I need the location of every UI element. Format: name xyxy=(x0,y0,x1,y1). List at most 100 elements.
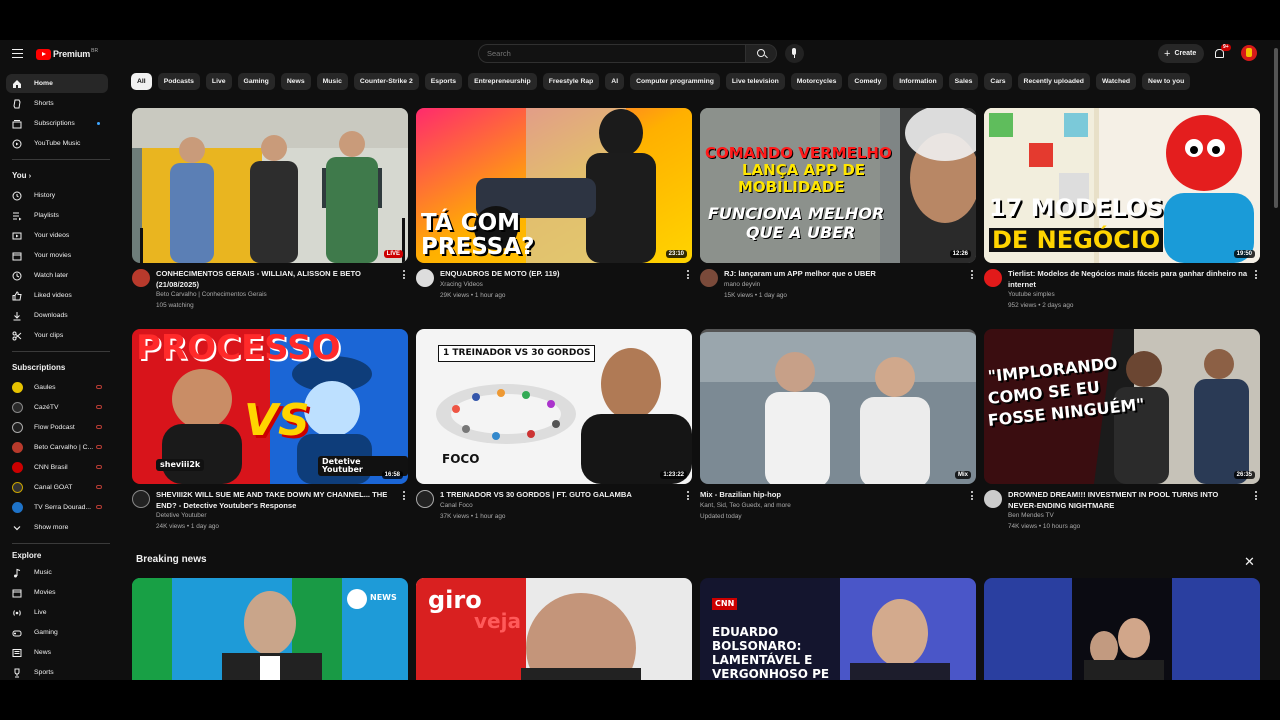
video-title[interactable]: SHEVIII2K WILL SUE ME AND TAKE DOWN MY C… xyxy=(156,490,396,511)
video-title[interactable]: DROWNED DREAM!!! INVESTMENT IN POOL TURN… xyxy=(1008,490,1248,511)
video-card[interactable]: LIVE CONHECIMENTOS GERAIS - WILLIAN, ALI… xyxy=(132,108,408,325)
breaking-news-card[interactable]: giro veja xyxy=(416,578,692,680)
sidebar-sub-flow-podcast[interactable]: Flow Podcast xyxy=(6,418,108,437)
video-thumbnail[interactable]: "IMPLORANDO COMO SE EU FOSSE NINGUÉM" 26… xyxy=(984,329,1260,484)
youtube-premium-logo[interactable]: Premium BR xyxy=(36,47,98,61)
more-options-icon[interactable] xyxy=(687,491,690,502)
video-title[interactable]: 1 TREINADOR VS 30 GORDOS | FT. GUTO GALA… xyxy=(440,490,680,501)
video-title[interactable]: RJ: lançaram um APP melhor que o UBER xyxy=(724,269,964,280)
video-thumbnail[interactable]: COMANDO VERMELHO LANÇA APP DE MOBILIDADE… xyxy=(700,108,976,263)
channel-name[interactable]: Ben Mendes TV xyxy=(1008,512,1054,519)
channel-name[interactable]: Kant, Sid, Teo Guedx, and more xyxy=(700,502,791,509)
video-title[interactable]: Mix - Brazilian hip-hop xyxy=(700,490,940,501)
menu-icon[interactable] xyxy=(12,49,23,58)
chip-ai[interactable]: AI xyxy=(605,73,625,90)
more-options-icon[interactable] xyxy=(687,270,690,281)
search-input[interactable] xyxy=(487,49,727,58)
search-box[interactable] xyxy=(478,44,746,63)
video-thumbnail[interactable]: Mix xyxy=(700,329,976,484)
channel-avatar[interactable] xyxy=(984,490,1002,508)
chip-motorcycles[interactable]: Motorcycles xyxy=(790,73,843,90)
sidebar-sub-tv-serra-dourada[interactable]: TV Serra Dourad... xyxy=(6,498,108,517)
sidebar-item-movies[interactable]: Movies xyxy=(6,583,108,602)
chip-sales[interactable]: Sales xyxy=(948,73,979,90)
sidebar-item-sports[interactable]: Sports xyxy=(6,663,108,680)
chip-watched[interactable]: Watched xyxy=(1095,73,1137,90)
chip-entrepreneurship[interactable]: Entrepreneurship xyxy=(468,73,537,90)
video-card[interactable]: TÁ COM PRESSA? 23:10 ENQUADROS DE MOTO (… xyxy=(416,108,692,325)
chip-podcasts[interactable]: Podcasts xyxy=(157,73,200,90)
chip-all[interactable]: All xyxy=(131,73,152,90)
sidebar-item-your-clips[interactable]: Your clips xyxy=(6,326,108,345)
more-options-icon[interactable] xyxy=(971,270,974,281)
breaking-news-card[interactable]: NEWS xyxy=(132,578,408,680)
chip-computer-programming[interactable]: Computer programming xyxy=(630,73,720,90)
channel-avatar[interactable] xyxy=(132,269,150,287)
sidebar-item-gaming[interactable]: Gaming xyxy=(6,623,108,642)
breaking-news-card[interactable]: CNN EDUARDO BOLSONARO: LAMENTÁVEL E VERG… xyxy=(700,578,976,680)
video-thumbnail[interactable]: 17 MODELOS DE NEGÓCIO 19:50 xyxy=(984,108,1260,263)
chip-cars[interactable]: Cars xyxy=(984,73,1012,90)
channel-name[interactable]: Detetive Youtuber xyxy=(156,512,206,519)
voice-search-button[interactable] xyxy=(785,44,804,63)
video-thumbnail[interactable]: giro veja xyxy=(416,578,692,680)
close-icon[interactable]: ✕ xyxy=(1244,554,1255,570)
chip-esports[interactable]: Esports xyxy=(424,73,463,90)
more-options-icon[interactable] xyxy=(1255,491,1258,502)
sidebar-item-watch-later[interactable]: Watch later xyxy=(6,266,108,285)
channel-avatar[interactable] xyxy=(416,490,434,508)
sidebar-item-downloads[interactable]: Downloads xyxy=(6,306,108,325)
sidebar-item-subscriptions[interactable]: Subscriptions xyxy=(6,114,108,133)
you-heading[interactable]: You › xyxy=(12,171,31,180)
more-options-icon[interactable] xyxy=(1255,270,1258,281)
channel-name[interactable]: Beto Carvalho | Conhecimentos Gerais xyxy=(156,291,267,298)
sidebar-item-shorts[interactable]: Shorts xyxy=(6,94,108,113)
channel-avatar[interactable] xyxy=(132,490,150,508)
account-avatar[interactable] xyxy=(1241,45,1257,61)
channel-name[interactable]: mano deyvin xyxy=(724,281,760,288)
show-more-button[interactable]: Show more xyxy=(6,518,108,537)
sidebar-item-your-movies[interactable]: Your movies xyxy=(6,246,108,265)
more-options-icon[interactable] xyxy=(403,491,406,502)
sidebar-item-music[interactable]: Music xyxy=(6,563,108,582)
sidebar-item-news[interactable]: News xyxy=(6,643,108,662)
chip-news[interactable]: News xyxy=(280,73,311,90)
video-thumbnail[interactable]: PROCESSO VS sheviii2k Detetive Youtuber … xyxy=(132,329,408,484)
chip-new-to-you[interactable]: New to you xyxy=(1142,73,1191,90)
sidebar-item-history[interactable]: History xyxy=(6,186,108,205)
sidebar-sub-gaules[interactable]: Gaules xyxy=(6,378,108,397)
sidebar-sub-beto-carvalho[interactable]: Beto Carvalho | C... xyxy=(6,438,108,457)
video-title[interactable]: Tierlist: Modelos de Negócios mais fácei… xyxy=(1008,269,1248,290)
scrollbar-thumb[interactable] xyxy=(1274,48,1278,208)
sidebar-item-your-videos[interactable]: Your videos xyxy=(6,226,108,245)
chip-comedy[interactable]: Comedy xyxy=(848,73,888,90)
video-card[interactable]: PROCESSO VS sheviii2k Detetive Youtuber … xyxy=(132,329,408,546)
video-thumbnail[interactable]: TÁ COM PRESSA? 23:10 xyxy=(416,108,692,263)
more-options-icon[interactable] xyxy=(403,270,406,281)
chip-music[interactable]: Music xyxy=(316,73,348,90)
sidebar-item-live[interactable]: Live xyxy=(6,603,108,622)
chip-gaming[interactable]: Gaming xyxy=(237,73,275,90)
sidebar-item-liked-videos[interactable]: Liked videos xyxy=(6,286,108,305)
chip-information[interactable]: Information xyxy=(893,73,943,90)
video-card[interactable]: COMANDO VERMELHO LANÇA APP DE MOBILIDADE… xyxy=(700,108,976,325)
video-title[interactable]: CONHECIMENTOS GERAIS - WILLIAN, ALISSON … xyxy=(156,269,396,290)
sidebar-item-playlists[interactable]: Playlists xyxy=(6,206,108,225)
sidebar-item-home[interactable]: Home xyxy=(6,74,108,93)
chip-live-television[interactable]: Live television xyxy=(725,73,785,90)
create-button[interactable]: + Create xyxy=(1158,44,1204,63)
video-thumbnail[interactable]: NEWS xyxy=(132,578,408,680)
video-card[interactable]: "IMPLORANDO COMO SE EU FOSSE NINGUÉM" 26… xyxy=(984,329,1260,546)
video-thumbnail[interactable]: CNN EDUARDO BOLSONARO: LAMENTÁVEL E VERG… xyxy=(700,578,976,680)
channel-name[interactable]: Youtube simples xyxy=(1008,291,1055,298)
channel-name[interactable]: Xracing Videos xyxy=(440,281,483,288)
page-scrollbar[interactable] xyxy=(1272,40,1280,680)
sidebar-sub-cazetv[interactable]: CazéTV xyxy=(6,398,108,417)
channel-name[interactable]: Canal Foco xyxy=(440,502,473,509)
channel-avatar[interactable] xyxy=(700,269,718,287)
chip-counter-strike-2[interactable]: Counter-Strike 2 xyxy=(353,73,419,90)
breaking-news-card[interactable] xyxy=(984,578,1260,680)
channel-avatar[interactable] xyxy=(416,269,434,287)
video-thumbnail[interactable]: 1 TREINADOR VS 30 GORDOS FOCO 1:23:22 xyxy=(416,329,692,484)
search-button[interactable] xyxy=(745,44,777,63)
